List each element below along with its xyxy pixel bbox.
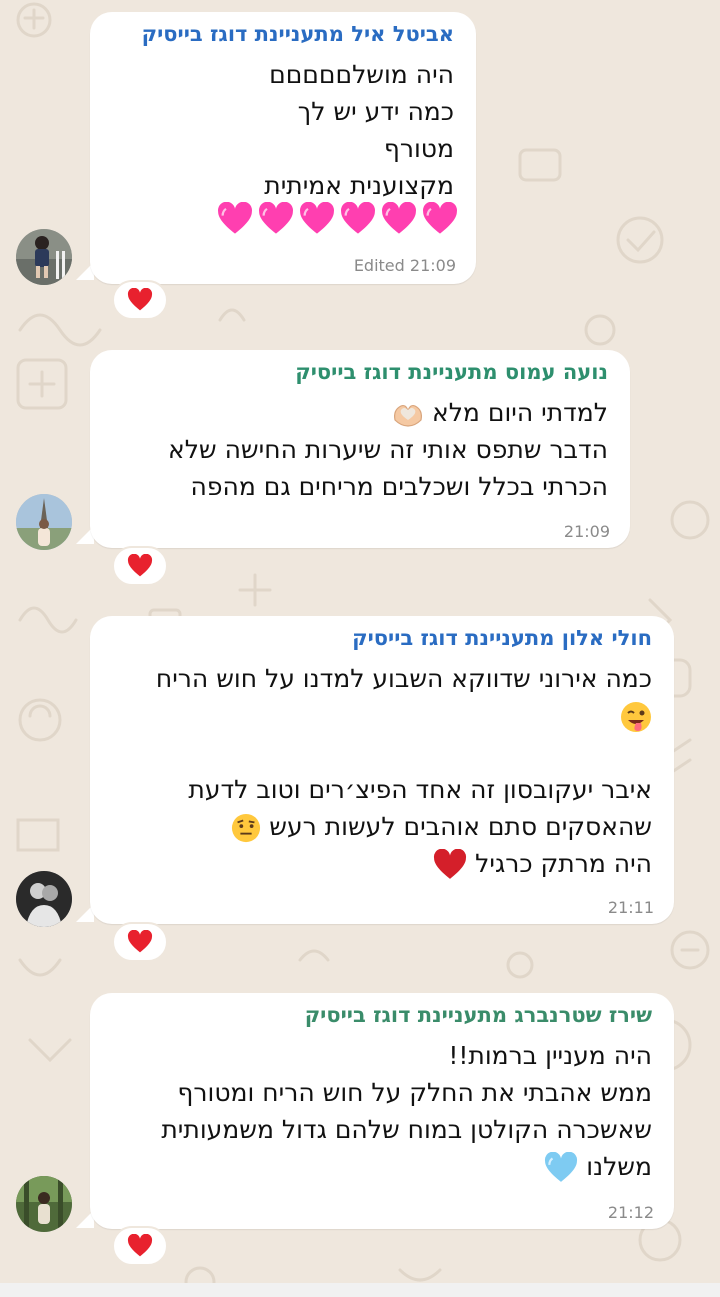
message-text: היה מעניין ברמות!! ממש אהבתי את החלק על … (161, 1037, 652, 1185)
pink-heart-icon (423, 202, 457, 234)
message-line: הדבר שתפס אותי זה שיערות החישה שלא (168, 435, 608, 464)
pink-heart-icon (300, 202, 334, 234)
message-line: מקצוענית אמיתית (264, 171, 454, 200)
message-text: היה מושלםםםםם כמה ידע יש לך מטורף מקצוענ… (264, 56, 454, 204)
message-line (156, 697, 652, 734)
message-time: 21:11 (607, 898, 654, 917)
message-line: ממש אהבתי את החלק על חוש הריח ומטורף (177, 1078, 652, 1107)
message-bubble[interactable]: חולי אלון מתעניינת דוגז בייסיק כמה אירונ… (90, 616, 674, 924)
message-line-text: היה מרתק כרגיל (475, 849, 652, 878)
pink-heart-icon (382, 202, 416, 234)
pink-heart-icon (218, 202, 252, 234)
message-line: כמה ידע יש לך (297, 97, 454, 126)
heart-hands-icon (394, 404, 423, 427)
message-line: למדתי היום מלא (168, 394, 608, 431)
sender-name[interactable]: שירז שטרנברג מתעניינת דוגז בייסיק (305, 1003, 652, 1027)
message-bubble[interactable]: שירז שטרנברג מתעניינת דוגז בייסיק היה מע… (90, 993, 674, 1229)
message-time: 21:09 (563, 522, 610, 541)
reaction-badge[interactable] (112, 1226, 168, 1266)
red-heart-icon (127, 1234, 153, 1257)
message-bubble[interactable]: נועה עמוס מתעניינת דוגז בייסיק למדתי היו… (90, 350, 630, 548)
message-time: 21:12 (607, 1203, 654, 1222)
message-time: Edited 21:09 (353, 256, 456, 275)
message-text: למדתי היום מלא הדבר שתפס אותי זה שיערות … (168, 394, 608, 505)
message-line-text: משלנו (586, 1152, 652, 1181)
pink-heart-icon (259, 202, 293, 234)
message-text: כמה אירוני שדווקא השבוע למדנו על חוש הרי… (156, 660, 652, 882)
message-line: כמה אירוני שדווקא השבוע למדנו על חוש הרי… (155, 664, 652, 693)
message-line: היה מעניין ברמות!! (448, 1041, 652, 1070)
pink-heart-icon (341, 202, 375, 234)
message-bubble[interactable]: אביטל איל מתעניינת דוגז בייסיק היה מושלם… (90, 12, 476, 284)
reaction-badge[interactable] (112, 922, 168, 962)
reaction-badge[interactable] (112, 280, 168, 320)
avatar[interactable] (16, 494, 72, 550)
sender-name[interactable]: אביטל איל מתעניינת דוגז בייסיק (142, 22, 454, 46)
message-line-text: שהאסקים סתם אוהבים לעשות רעש (269, 812, 652, 841)
message-line: מטורף (383, 134, 454, 163)
reaction-badge[interactable] (112, 546, 168, 586)
message-line: איבר יעקובסון זה אחד הפיצ׳רים וטוב לדעת (188, 775, 652, 804)
bottom-strip (0, 1283, 720, 1297)
red-heart-icon (434, 849, 467, 879)
message-line: שהאסקים סתם אוהבים לעשות רעש (156, 808, 652, 845)
avatar[interactable] (16, 229, 72, 285)
winking-tongue-face-icon (621, 702, 651, 732)
red-heart-icon (127, 930, 153, 953)
message-line: היה מושלםםםםם (269, 60, 454, 89)
message-line: משלנו (161, 1148, 652, 1185)
message-line-text: למדתי היום מלא (432, 398, 608, 427)
message-line: היה מרתק כרגיל (156, 845, 652, 882)
sender-name[interactable]: נועה עמוס מתעניינת דוגז בייסיק (295, 360, 608, 384)
light-blue-heart-icon (545, 1152, 578, 1182)
message-line: שאשכרה הקולטן במוח שלהם גדול משמעותית (161, 1115, 652, 1144)
raised-eyebrow-face-icon (232, 813, 261, 843)
avatar[interactable] (16, 1176, 72, 1232)
red-heart-icon (127, 288, 153, 311)
message-line: הכרתי בכלל ושכלבים מריחים גם מהפה (190, 472, 608, 501)
pink-hearts-row (217, 202, 458, 236)
message-line (156, 734, 652, 771)
sender-name[interactable]: חולי אלון מתעניינת דוגז בייסיק (352, 626, 652, 650)
red-heart-icon (127, 554, 153, 577)
avatar[interactable] (16, 871, 72, 927)
